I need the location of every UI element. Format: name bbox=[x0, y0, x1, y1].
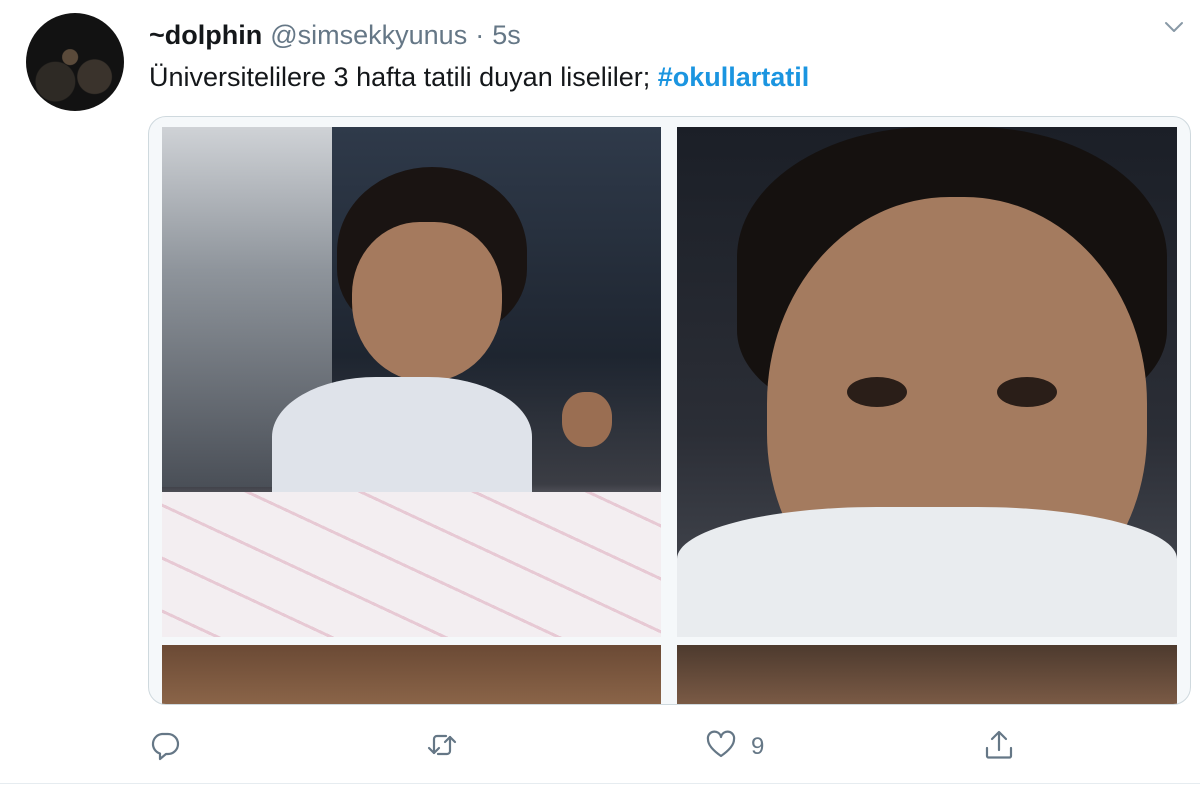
like-button[interactable]: 9 bbox=[705, 725, 764, 769]
avatar[interactable] bbox=[26, 13, 124, 111]
user-handle[interactable]: @simsekkyunus bbox=[270, 20, 467, 50]
chevron-down-icon[interactable] bbox=[1163, 16, 1185, 38]
photo-detail bbox=[677, 507, 1177, 637]
reply-button[interactable] bbox=[149, 725, 181, 769]
divider bbox=[0, 783, 1200, 784]
tweet-text: Üniversitelilere 3 hafta tatili duyan li… bbox=[149, 60, 809, 94]
photo-detail bbox=[562, 392, 612, 447]
like-count: 9 bbox=[751, 733, 765, 760]
photo-detail bbox=[352, 222, 502, 382]
photo-detail bbox=[997, 377, 1057, 407]
photo-detail bbox=[162, 492, 661, 637]
separator-dot: · bbox=[475, 20, 485, 50]
tweet-timestamp[interactable]: 5s bbox=[492, 20, 521, 50]
photo-2[interactable] bbox=[677, 127, 1177, 637]
tweet-body: Üniversitelilere 3 hafta tatili duyan li… bbox=[149, 62, 651, 92]
retweet-button[interactable] bbox=[426, 725, 458, 769]
heart-icon bbox=[705, 729, 737, 766]
tweet-actions: 9 bbox=[0, 725, 1200, 769]
photo-4[interactable] bbox=[677, 645, 1177, 704]
share-button[interactable] bbox=[983, 725, 1015, 769]
photo-1[interactable] bbox=[162, 127, 661, 637]
display-name[interactable]: ~dolphin bbox=[149, 20, 262, 50]
hashtag-link[interactable]: #okullartatil bbox=[658, 62, 810, 92]
retweet-icon bbox=[426, 729, 458, 766]
share-icon bbox=[983, 729, 1015, 766]
media-grid bbox=[148, 116, 1191, 705]
tweet-header: ~dolphin @simsekkyunus · 5s bbox=[149, 18, 521, 52]
photo-3[interactable] bbox=[162, 645, 661, 704]
reply-icon bbox=[149, 729, 181, 766]
photo-detail bbox=[847, 377, 907, 407]
